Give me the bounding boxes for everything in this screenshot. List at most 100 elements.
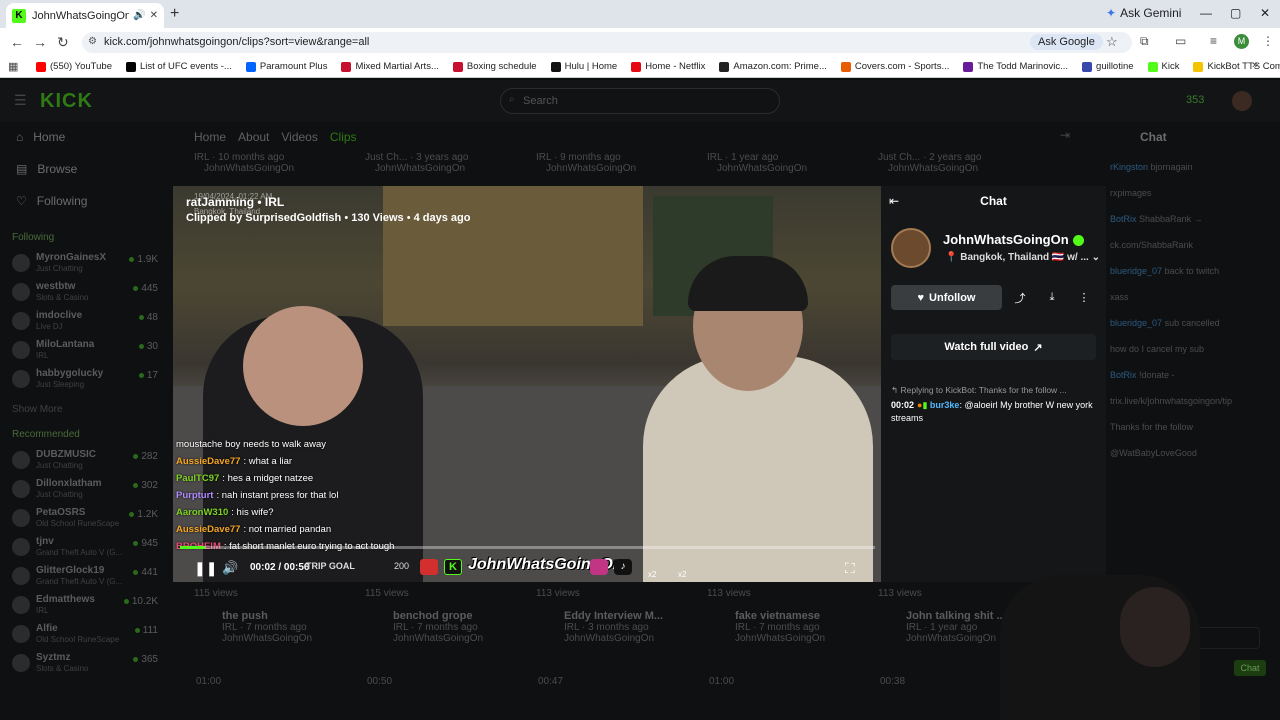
sidebar-channel-glitterglock19[interactable]: GlitterGlock19 Grand Theft Auto V (G... 44… [12,565,162,593]
nav-following[interactable]: ♡ Following [16,194,87,208]
clip-channel[interactable]: JohnWhatsGoingOn [204,163,294,174]
clip-channel[interactable]: JohnWhatsGoingOn [393,633,483,644]
minimize-icon[interactable]: — [1200,6,1212,20]
sidebar-channel-petaosrs[interactable]: PetaOSRS Old School RuneScape 1.2K [12,507,162,535]
clip-card[interactable]: Just Ch... · 3 years ago JohnWhatsGoingOn [365,152,468,174]
clip-card[interactable]: benchod grope IRL · 7 months ago JohnWhats… [393,610,483,644]
clip-channel[interactable]: JohnWhatsGoingOn [888,163,981,174]
menu-kebab-icon[interactable]: ⋮ [1262,34,1274,48]
download-button[interactable]: ⤓ [1038,285,1066,310]
clip-channel[interactable]: JohnWhatsGoingOn [546,163,636,174]
profile-avatar[interactable]: M [1234,34,1249,49]
clip-channel[interactable]: JohnWhatsGoingOn [717,163,807,174]
right-chat-username[interactable]: BotRix [1110,370,1137,380]
bookmark-item[interactable]: List of UFC events -... [125,61,232,72]
tab-about[interactable]: About [238,130,269,144]
sidebar-channel-westbtw[interactable]: westbtw Slots & Casino 445 [12,281,162,309]
volume-icon[interactable]: 🔊 [222,560,238,576]
sidebar-channel-tjnv[interactable]: tjnv Grand Theft Auto V (G... 945 [12,536,162,564]
sidebar-channel-syztmz[interactable]: Syztmz Slots & Casino 365 [12,652,162,680]
maximize-icon[interactable]: ▢ [1230,6,1241,20]
clip-channel[interactable]: JohnWhatsGoingOn [735,633,825,644]
share-button[interactable]: ⤴ [1006,285,1034,310]
bookmark-item[interactable]: Hulu | Home [550,61,617,72]
tab-videos[interactable]: Videos [281,130,317,144]
sidebar-channel-alfie[interactable]: Alfie Old School RuneScape 111 [12,623,162,651]
clip-channel[interactable]: JohnWhatsGoingOn [222,633,312,644]
watch-full-video-button[interactable]: Watch full video ↗ [891,334,1096,360]
clip-channel[interactable]: JohnWhatsGoingOn [564,633,663,644]
reload-icon[interactable]: ↻ [57,34,69,51]
clip-card[interactable]: IRL · 1 year ago JohnWhatsGoingOn [707,152,807,174]
tab-home[interactable]: Home [194,130,226,144]
right-chat-username[interactable]: BotRix [1110,214,1137,224]
forward-icon[interactable]: → [33,34,47,50]
video-progress-bar[interactable] [180,546,875,549]
bookmark-item[interactable]: Amazon.com: Prime... [719,61,827,72]
clip-title[interactable]: fake vietnamese [735,610,825,622]
sidebar-channel-imdoclive[interactable]: imdoclive Live DJ 48 [12,310,162,338]
bookmark-item[interactable]: Paramount Plus [245,61,327,72]
message-username[interactable]: bur3ke [930,400,960,410]
sidebar-channel-dubzmusic[interactable]: DUBZMUSIC Just Chatting 282 [12,449,162,477]
tab-clips[interactable]: Clips [330,130,357,144]
sidebar-channel-habbygolucky[interactable]: habbygolucky Just Sleeping 17 [12,368,162,396]
bookmark-item[interactable]: The Todd Marinovic... [963,61,1068,72]
url-field[interactable]: kick.com/johnwhatsgoingon/clips?sort=vie… [82,32,1132,53]
collapse-panel-icon[interactable]: ⇤ [889,186,899,216]
new-tab-button[interactable]: + [170,5,179,23]
clip-card[interactable]: IRL · 9 months ago JohnWhatsGoingOn [536,152,636,174]
site-info-icon[interactable]: ⚙ [88,36,97,47]
bookmark-item[interactable]: Covers.com - Sports... [840,61,949,72]
ask-gemini-button[interactable]: ✦ Ask Gemini [1106,6,1181,20]
kick-logo[interactable]: KICK [40,90,93,113]
clip-title[interactable]: Eddy Interview M... [564,610,663,622]
clip-card[interactable]: Eddy Interview M... IRL · 3 months ago Joh… [564,610,663,644]
chevron-down-icon[interactable]: ⌄ [1092,252,1100,263]
right-chat-username[interactable]: blueridge_07 [1110,266,1162,276]
apps-grid-icon[interactable]: ▦ [8,60,18,73]
right-chat-username[interactable]: blueridge_07 [1110,318,1162,328]
bookmark-item[interactable]: (550) YouTube [36,61,112,72]
bookmark-item[interactable]: Home - Netflix [631,61,705,72]
speaker-icon[interactable]: 🔊 [133,10,145,21]
pause-icon[interactable]: ❚❚ [194,560,217,577]
close-tab-icon[interactable]: ✕ [150,10,158,21]
bookmark-item[interactable]: KickBot TTS Comma... [1193,61,1280,72]
browser-tab[interactable]: K JohnWhatsGoingOn Clips 🔊 ✕ [6,3,164,28]
clip-channel[interactable]: JohnWhatsGoingOn [906,633,1006,644]
collapse-chat-icon[interactable]: ⇥ [1060,128,1070,142]
chat-send-button[interactable]: Chat [1234,660,1266,676]
clip-clipped-by[interactable]: Clipped by SurprisedGoldfish [186,212,341,224]
back-icon[interactable]: ← [10,34,24,50]
streamer-avatar[interactable] [891,228,931,268]
bookmarks-overflow-icon[interactable]: » [1252,59,1258,71]
extensions-icon[interactable]: ⧉ [1140,34,1149,49]
clip-title[interactable]: John talking shit ... [906,610,1006,622]
bookmark-item[interactable]: Boxing schedule [452,61,537,72]
user-avatar[interactable] [1232,91,1252,111]
fullscreen-icon[interactable]: ⛶ [845,560,855,577]
nav-home[interactable]: ⌂ Home [16,130,65,144]
search-input[interactable]: Search [500,88,780,114]
clip-channel[interactable]: JohnWhatsGoingOn [375,163,468,174]
streamer-name-row[interactable]: JohnWhatsGoingOn [943,232,1084,247]
clip-title[interactable]: the push [222,610,312,622]
clip-card[interactable]: John talking shit ... IRL · 1 year ago Joh… [906,610,1006,644]
hamburger-menu-icon[interactable]: ☰ [14,92,27,109]
bookmark-item[interactable]: Mixed Martial Arts... [341,61,439,72]
right-chat-username[interactable]: rKingston [1110,162,1148,172]
clip-title[interactable]: benchod grope [393,610,483,622]
sidebar-channel-edmatthews[interactable]: Edmatthews IRL 10.2K [12,594,162,622]
media-icon[interactable]: ≡ [1210,34,1217,48]
show-more-link[interactable]: Show More [12,404,63,415]
bookmark-star-icon[interactable]: ☆ [1106,34,1118,50]
nav-browse[interactable]: ▤ Browse [16,162,77,176]
clip-card[interactable]: fake vietnamese IRL · 7 months ago JohnWha… [735,610,825,644]
sidebar-channel-dillonxlatham[interactable]: Dillonxlatham Just Chatting 302 [12,478,162,506]
cast-icon[interactable]: ▭ [1175,34,1186,48]
unfollow-button[interactable]: ♥ Unfollow [891,285,1002,310]
sidebar-channel-myrongainesx[interactable]: MyronGainesX Just Chatting 1.9K [12,252,162,280]
more-options-button[interactable]: ⋮ [1070,285,1098,310]
bookmark-item[interactable]: guillotine [1082,61,1134,72]
